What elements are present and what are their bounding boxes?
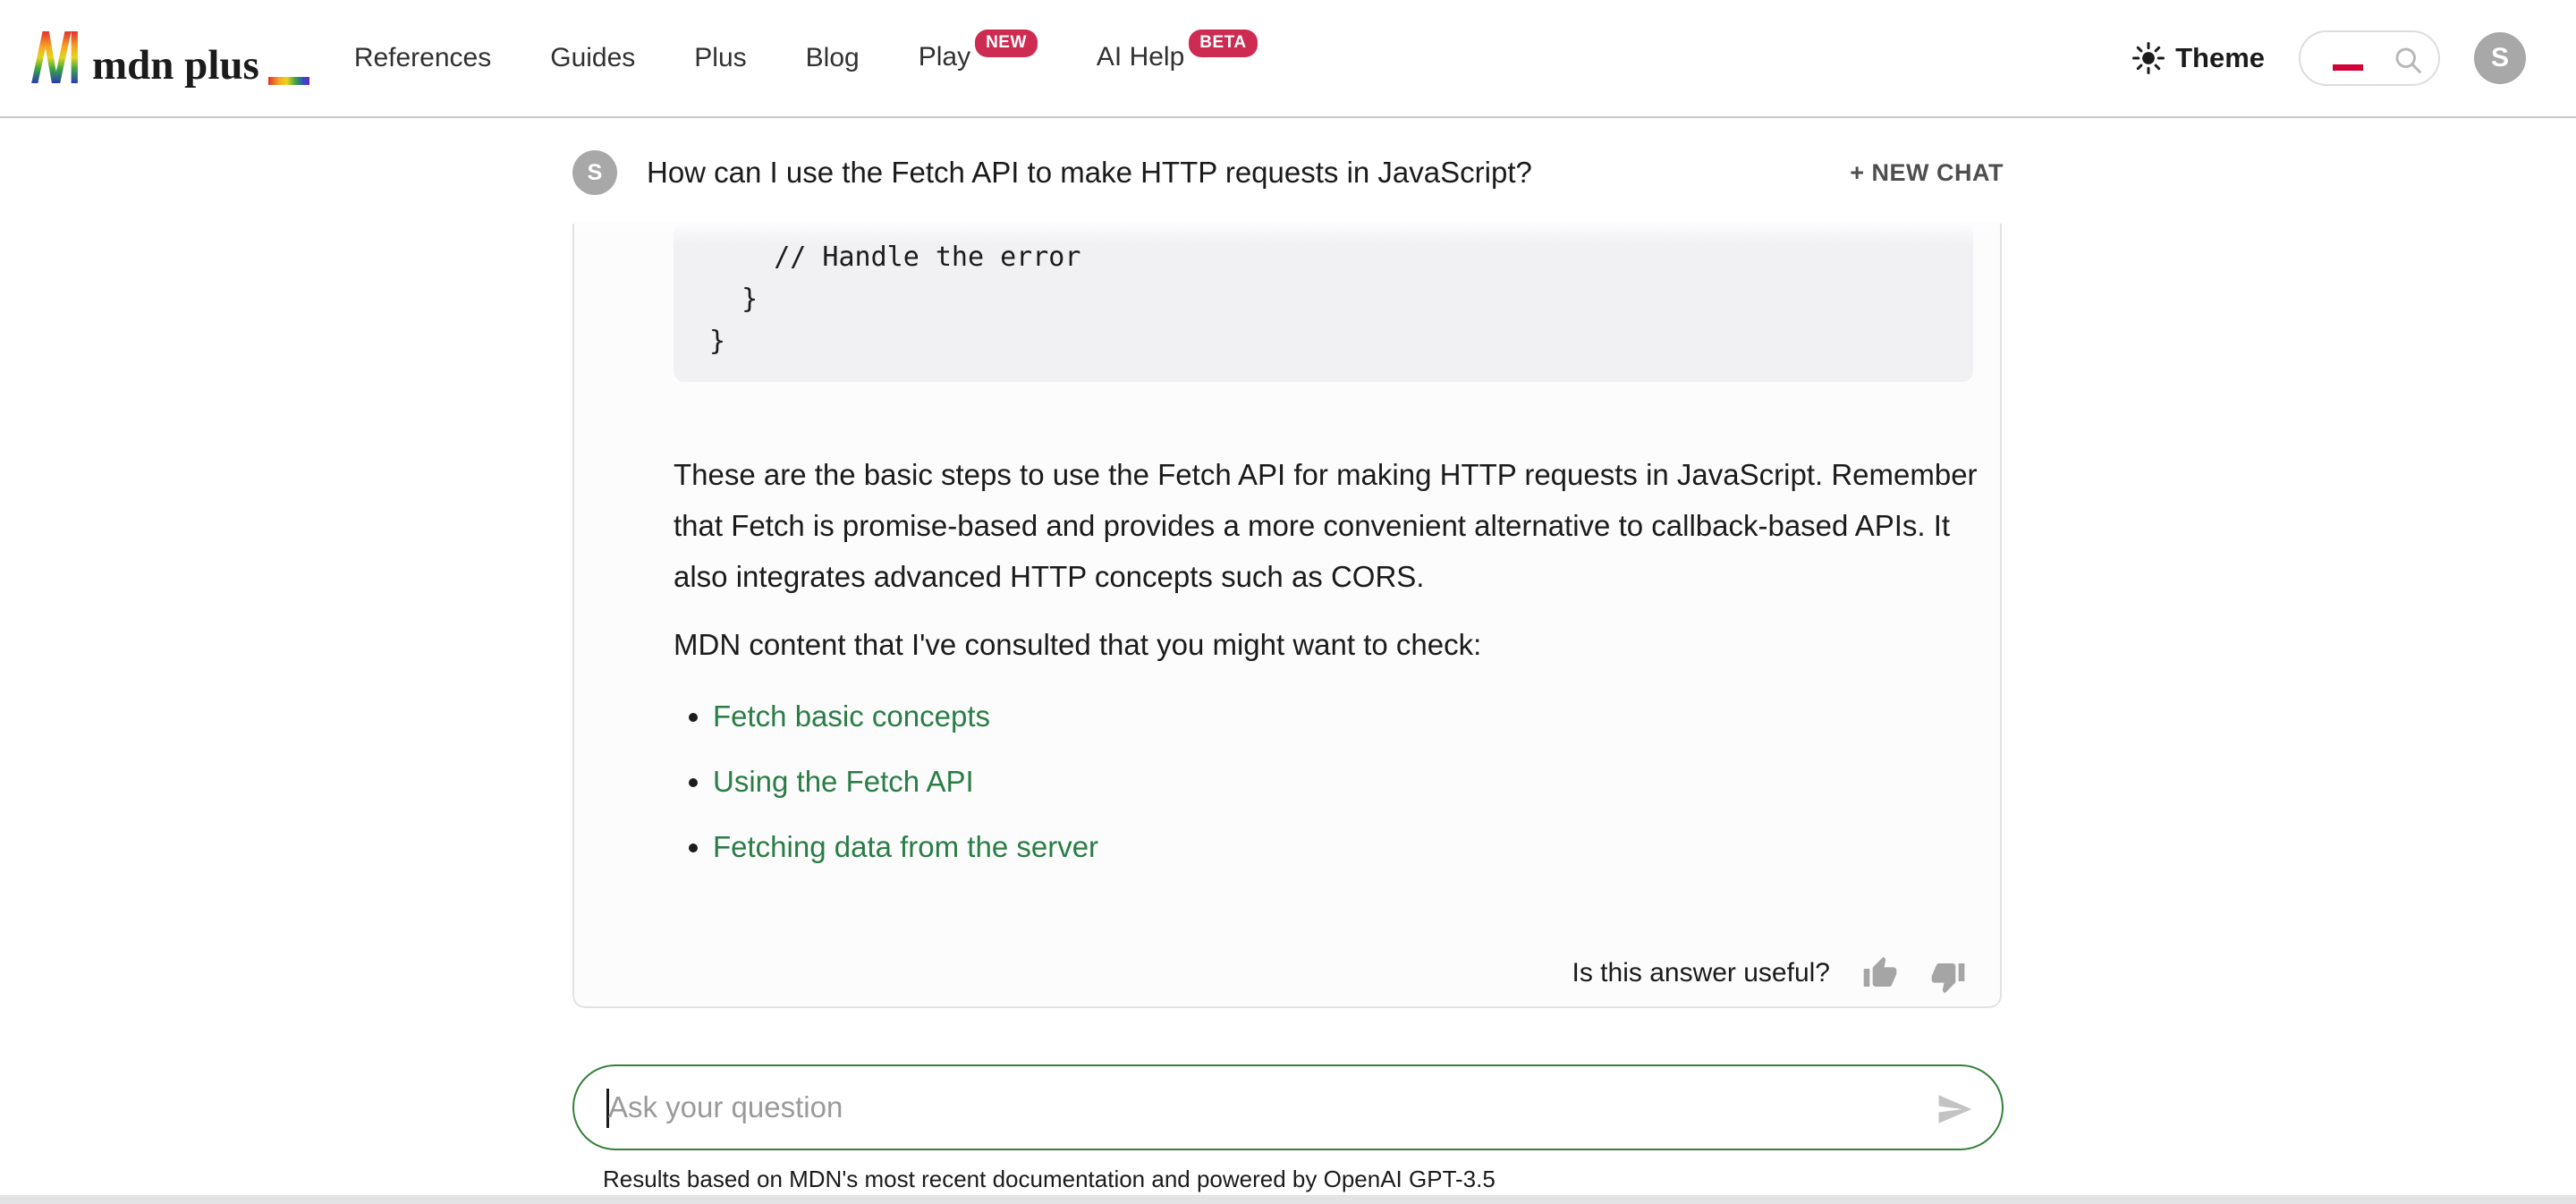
- nav-item-references[interactable]: References: [354, 43, 491, 73]
- link-using-the-fetch-api[interactable]: Using the Fetch API: [713, 765, 974, 798]
- thumbs-up-icon: [1862, 955, 1898, 991]
- new-chat-button[interactable]: + NEW CHAT: [1850, 159, 2004, 187]
- top-navigation-bar: mdn plus References Guides Plus Blog Pla…: [0, 0, 2576, 118]
- chat-question-header: S How can I use the Fetch API to make HT…: [572, 143, 2004, 202]
- nav-item-guides[interactable]: Guides: [550, 43, 635, 73]
- link-fetch-basic-concepts[interactable]: Fetch basic concepts: [713, 700, 990, 733]
- list-item: Fetch basic concepts: [713, 696, 1098, 737]
- list-item: Fetching data from the server: [713, 827, 1098, 868]
- user-avatar[interactable]: S: [2474, 32, 2526, 84]
- nav-item-play[interactable]: PlayNEW: [919, 42, 1038, 75]
- thumbs-down-icon: [1930, 959, 1966, 995]
- search-cursor-bar: [2333, 64, 2363, 71]
- beta-badge: BETA: [1189, 30, 1257, 57]
- send-button[interactable]: [1936, 1090, 1973, 1128]
- code-block: // Handle the error } }: [674, 224, 1973, 382]
- sun-icon: [2132, 42, 2165, 74]
- mdn-plus-logo[interactable]: mdn plus: [30, 30, 309, 87]
- topbar-right-cluster: Theme S: [2132, 30, 2526, 86]
- logo-rainbow-underscore: [268, 77, 309, 85]
- chat-user-avatar: S: [572, 150, 617, 195]
- nav-item-plus[interactable]: Plus: [694, 43, 746, 73]
- answer-source-links: Fetch basic concepts Using the Fetch API…: [713, 696, 1098, 892]
- feedback-question-label: Is this answer useful?: [1572, 958, 1830, 988]
- answer-paragraph: These are the basic steps to use the Fet…: [674, 449, 1979, 602]
- code-content: // Handle the error } }: [674, 224, 1973, 362]
- answer-card: // Handle the error } } These are the ba…: [572, 224, 2002, 1008]
- results-disclaimer: Results based on MDN's most recent docum…: [603, 1166, 1496, 1193]
- ask-question-input[interactable]: [608, 1066, 1905, 1149]
- question-composer: [572, 1064, 2004, 1150]
- thumbs-up-button[interactable]: [1862, 955, 1898, 991]
- theme-toggle-button[interactable]: Theme: [2132, 42, 2265, 74]
- theme-label: Theme: [2175, 42, 2265, 74]
- list-item: Using the Fetch API: [713, 761, 1098, 802]
- new-badge: NEW: [975, 30, 1038, 57]
- main-nav: References Guides Plus Blog PlayNEW AI H…: [354, 42, 1258, 75]
- logo-wordmark: mdn plus: [92, 45, 259, 87]
- footer-top-edge: [0, 1195, 2576, 1204]
- mdn-m-icon: [30, 30, 80, 83]
- nav-item-ai-help[interactable]: AI HelpBETA: [1097, 42, 1258, 75]
- nav-item-ai-help-label: AI Help: [1097, 42, 1184, 72]
- link-fetching-data-from-the-server[interactable]: Fetching data from the server: [713, 830, 1098, 863]
- chat-question-title: How can I use the Fetch API to make HTTP…: [647, 156, 1850, 190]
- thumbs-down-button[interactable]: [1930, 955, 1966, 991]
- nav-item-play-label: Play: [919, 42, 970, 72]
- nav-item-blog[interactable]: Blog: [806, 43, 860, 73]
- page: mdn plus References Guides Plus Blog Pla…: [0, 0, 2576, 1204]
- answer-feedback-row: Is this answer useful?: [1572, 955, 1966, 991]
- answer-sources-note: MDN content that I've consulted that you…: [674, 628, 1979, 662]
- search-icon: [2392, 44, 2424, 76]
- send-icon: [1936, 1090, 1973, 1128]
- site-search-input[interactable]: [2299, 30, 2440, 86]
